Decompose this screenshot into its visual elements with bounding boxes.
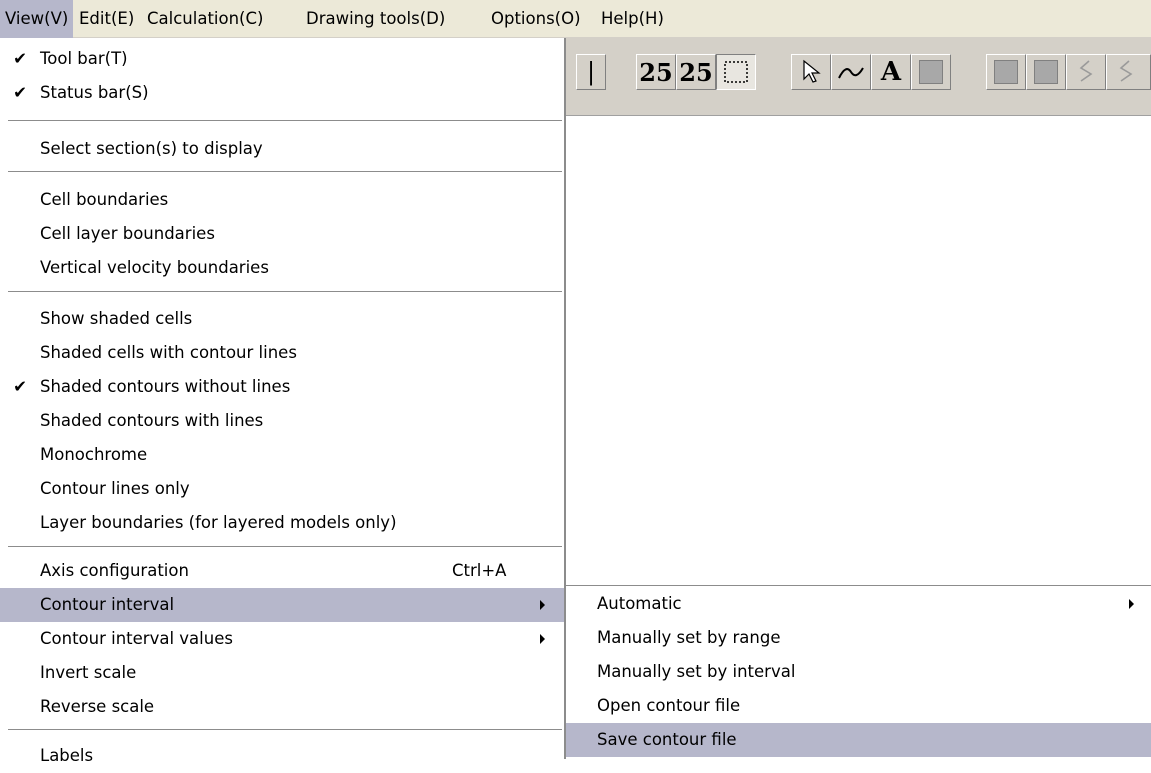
line-icon: | — [586, 58, 596, 86]
zigzag-icon — [1119, 60, 1133, 82]
gray-button-2[interactable] — [1026, 54, 1066, 90]
menu-item-reverse-scale[interactable]: Reverse scale — [0, 690, 564, 724]
submenu-arrow-icon — [540, 634, 545, 644]
submenu-item-label: Save contour file — [597, 730, 737, 749]
submenu-item-manual-range[interactable]: Manually set by range — [566, 621, 1151, 655]
check-icon: ✔ — [13, 49, 27, 68]
submenu-item-label: Automatic — [597, 594, 682, 613]
menu-item-contour-interval[interactable]: Contour interval — [0, 588, 564, 622]
gray-square-icon — [994, 60, 1018, 84]
submenu-item-label: Open contour file — [597, 696, 741, 715]
zigzag-button-2[interactable] — [1106, 54, 1151, 90]
menu-item-label: Contour interval — [40, 595, 175, 614]
menu-item-label: Labels — [40, 746, 94, 765]
menu-item-label: Reverse scale — [40, 697, 155, 716]
font-size-b-button[interactable]: 25 — [676, 54, 716, 90]
menu-separator — [8, 171, 562, 172]
menu-item-vertical-velocity-boundaries[interactable]: Vertical velocity boundaries — [0, 251, 564, 285]
submenu-arrow-icon — [540, 600, 545, 610]
menu-item-label: Show shaded cells — [40, 309, 193, 328]
menu-bar: View(V) Edit(E) Calculation(C) Drawing t… — [0, 0, 1151, 38]
menu-item-monochrome[interactable]: Monochrome — [0, 438, 564, 472]
menu-item-shaded-contours-without-lines[interactable]: ✔ Shaded contours without lines — [0, 370, 564, 404]
menu-options[interactable]: Options(O) — [486, 0, 586, 38]
submenu-item-automatic[interactable]: Automatic — [566, 587, 1151, 621]
zigzag-icon — [1079, 60, 1093, 82]
menu-item-label: Status bar(S) — [40, 83, 149, 102]
pointer-button[interactable] — [791, 54, 831, 90]
fill-icon — [919, 60, 943, 84]
menu-help[interactable]: Help(H) — [596, 0, 669, 38]
font-size-a-label: 25 — [639, 57, 673, 87]
menu-item-select-section[interactable]: Select section(s) to display — [0, 132, 564, 166]
submenu-item-label: Manually set by interval — [597, 662, 796, 681]
menu-view[interactable]: View(V) — [0, 0, 74, 38]
submenu-arrow-icon — [1129, 599, 1134, 609]
menu-item-shaded-cells-contour-lines[interactable]: Shaded cells with contour lines — [0, 336, 564, 370]
menu-calculation[interactable]: Calculation(C) — [142, 0, 268, 38]
menu-item-label: Shaded cells with contour lines — [40, 343, 297, 362]
select-rectangle-button[interactable] — [716, 54, 756, 90]
check-icon: ✔ — [13, 83, 27, 102]
menu-item-label: Cell layer boundaries — [40, 224, 215, 243]
menu-item-label: Contour interval values — [40, 629, 233, 648]
menu-item-label: Contour lines only — [40, 479, 190, 498]
menu-item-label: Monochrome — [40, 445, 148, 464]
view-menu: ✔ Tool bar(T) ✔ Status bar(S) Select sec… — [0, 38, 566, 765]
menu-item-contour-lines-only[interactable]: Contour lines only — [0, 472, 564, 506]
menu-item-axis-configuration[interactable]: Axis configuration Ctrl+A — [0, 554, 564, 588]
menu-separator — [8, 546, 562, 547]
check-icon: ✔ — [13, 377, 27, 396]
menu-item-label: Vertical velocity boundaries — [40, 258, 269, 277]
submenu-item-open-contour-file[interactable]: Open contour file — [566, 689, 1151, 723]
curve-icon — [838, 67, 864, 79]
menu-item-label: Cell boundaries — [40, 190, 169, 209]
menu-item-label: Select section(s) to display — [40, 139, 263, 158]
fill-button[interactable] — [911, 54, 951, 90]
menu-item-label: Layer boundaries (for layered models onl… — [40, 513, 397, 532]
shortcut-label: Ctrl+A — [452, 561, 507, 580]
line-button[interactable]: | — [576, 54, 606, 90]
submenu-item-manual-interval[interactable]: Manually set by interval — [566, 655, 1151, 689]
menu-item-cell-boundaries[interactable]: Cell boundaries — [0, 183, 564, 217]
menu-item-layer-boundaries[interactable]: Layer boundaries (for layered models onl… — [0, 506, 564, 540]
menu-item-label: Axis configuration — [40, 561, 189, 580]
menu-item-label: Invert scale — [40, 663, 137, 682]
font-size-b-label: 25 — [679, 57, 713, 87]
menu-item-label: Tool bar(T) — [40, 49, 128, 68]
submenu-item-label: Manually set by range — [597, 628, 781, 647]
menu-item-tool-bar[interactable]: ✔ Tool bar(T) — [0, 42, 564, 76]
select-rectangle-icon — [724, 61, 748, 83]
submenu-item-save-contour-file[interactable]: Save contour file — [566, 723, 1151, 757]
curve-button[interactable] — [831, 54, 871, 90]
text-tool-icon: A — [880, 57, 902, 87]
menu-item-status-bar[interactable]: ✔ Status bar(S) — [0, 76, 564, 110]
text-tool-button[interactable]: A — [871, 54, 911, 90]
menu-edit[interactable]: Edit(E) — [74, 0, 139, 38]
menu-item-invert-scale[interactable]: Invert scale — [0, 656, 564, 690]
font-size-a-button[interactable]: 25 — [636, 54, 676, 90]
menu-item-label: Shaded contours with lines — [40, 411, 264, 430]
pointer-icon — [803, 59, 821, 83]
menu-item-label: Shaded contours without lines — [40, 377, 291, 396]
menu-item-show-shaded-cells[interactable]: Show shaded cells — [0, 302, 564, 336]
menu-item-labels[interactable]: Labels — [0, 739, 564, 773]
toolbar: | 25 25 A — [566, 38, 1151, 116]
menu-item-contour-interval-values[interactable]: Contour interval values — [0, 622, 564, 656]
menu-drawing-tools[interactable]: Drawing tools(D) — [301, 0, 450, 38]
contour-interval-submenu: Automatic Manually set by range Manually… — [566, 585, 1151, 759]
menu-separator — [8, 120, 562, 121]
gray-button-1[interactable] — [986, 54, 1026, 90]
menu-separator — [8, 729, 562, 730]
menu-item-cell-layer-boundaries[interactable]: Cell layer boundaries — [0, 217, 564, 251]
menu-item-shaded-contours-with-lines[interactable]: Shaded contours with lines — [0, 404, 564, 438]
zigzag-button-1[interactable] — [1066, 54, 1106, 90]
gray-square-icon — [1034, 60, 1058, 84]
menu-separator — [8, 291, 562, 292]
